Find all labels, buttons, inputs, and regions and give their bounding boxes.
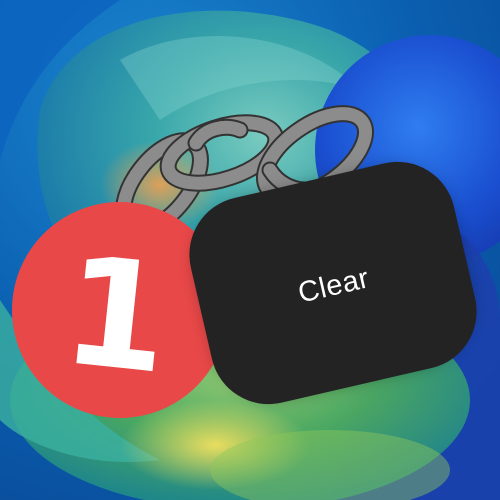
desktop-stage: 1 Clear [0,0,500,500]
clear-button-label: Clear [294,261,373,310]
notification-count: 1 [55,224,177,408]
